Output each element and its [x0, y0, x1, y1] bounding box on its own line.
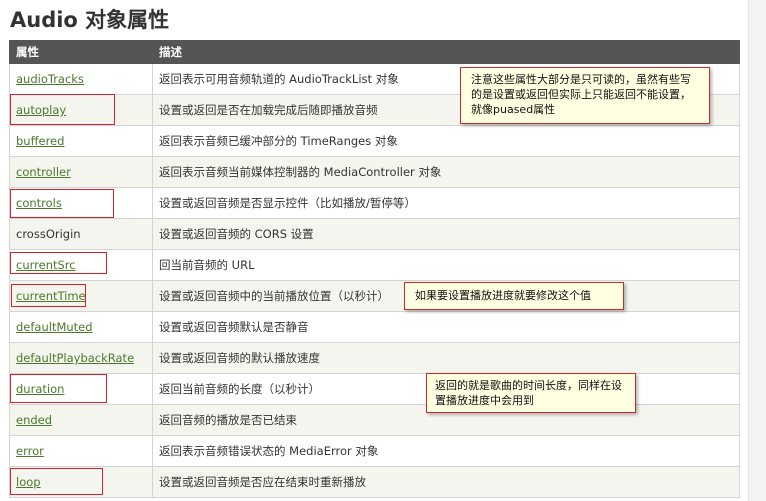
property-cell: defaultPlaybackRate [9, 342, 153, 374]
property-link-crossorigin: crossOrigin [16, 227, 81, 241]
property-link-error[interactable]: error [16, 444, 44, 458]
property-link-controls[interactable]: controls [16, 196, 62, 210]
table-row: currentSrc 回当前音频的 URL [9, 249, 740, 281]
property-cell: currentSrc [9, 249, 153, 281]
property-link-currentsrc[interactable]: currentSrc [16, 258, 76, 272]
description-cell: 返回表示音频当前媒体控制器的 MediaController 对象 [152, 156, 740, 188]
table-row: currentTime 设置或返回音频中的当前播放位置（以秒计） [9, 280, 740, 312]
property-link-defaultmuted[interactable]: defaultMuted [16, 320, 93, 334]
property-link-defaultplaybackrate[interactable]: defaultPlaybackRate [16, 351, 134, 365]
table-row: controls 设置或返回音频是否显示控件（比如播放/暂停等） [9, 187, 740, 219]
property-link-duration[interactable]: duration [16, 382, 64, 396]
property-link-loop[interactable]: loop [16, 475, 41, 489]
property-link-autoplay[interactable]: autoplay [16, 103, 66, 117]
property-cell: crossOrigin [9, 218, 153, 250]
vertical-scrollbar[interactable] [748, 0, 766, 501]
description-cell: 设置或返回音频的 CORS 设置 [152, 218, 740, 250]
property-cell: audioTracks [9, 63, 153, 95]
property-cell: controls [9, 187, 153, 219]
property-cell: defaultMuted [9, 311, 153, 343]
description-cell: 设置或返回音频默认是否静音 [152, 311, 740, 343]
page-title: Audio 对象属性 [10, 8, 170, 32]
property-cell: buffered [9, 125, 153, 157]
property-cell: ended [9, 404, 153, 436]
header-property: 属性 [9, 40, 153, 64]
property-link-controller[interactable]: controller [16, 165, 71, 179]
table-row: loop 设置或返回音频是否应在结束时重新播放 [9, 466, 740, 498]
table-row: defaultMuted 设置或返回音频默认是否静音 [9, 311, 740, 343]
property-cell: controller [9, 156, 153, 188]
annotation-note-duration: 返回的就是歌曲的时间长度，同样在设置播放进度中会用到 [426, 373, 636, 413]
description-cell: 返回表示音频错误状态的 MediaError 对象 [152, 435, 740, 467]
property-link-buffered[interactable]: buffered [16, 134, 64, 148]
description-cell: 回当前音频的 URL [152, 249, 740, 281]
property-link-currenttime[interactable]: currentTime [16, 289, 86, 303]
table-header-row: 属性 描述 [9, 40, 740, 64]
property-cell: autoplay [9, 94, 153, 126]
property-cell: loop [9, 466, 153, 498]
annotation-note-readonly: 注意这些属性大部分是只可读的，虽然有些写的是设置或返回但实际上只能返回不能设置，… [460, 67, 710, 124]
table-row: controller 返回表示音频当前媒体控制器的 MediaController… [9, 156, 740, 188]
property-cell: duration [9, 373, 153, 405]
header-description: 描述 [152, 40, 740, 64]
property-link-audiotracks[interactable]: audioTracks [16, 72, 84, 86]
description-cell: 返回表示音频已缓冲部分的 TimeRanges 对象 [152, 125, 740, 157]
description-cell: 设置或返回音频的默认播放速度 [152, 342, 740, 374]
description-cell: 设置或返回音频是否显示控件（比如播放/暂停等） [152, 187, 740, 219]
description-cell: 设置或返回音频是否应在结束时重新播放 [152, 466, 740, 498]
annotation-note-currenttime: 如果要设置播放进度就要修改这个值 [404, 282, 624, 310]
property-cell: error [9, 435, 153, 467]
table-row: defaultPlaybackRate 设置或返回音频的默认播放速度 [9, 342, 740, 374]
table-row: buffered 返回表示音频已缓冲部分的 TimeRanges 对象 [9, 125, 740, 157]
table-row: crossOrigin 设置或返回音频的 CORS 设置 [9, 218, 740, 250]
property-cell: currentTime [9, 280, 153, 312]
table-row: error 返回表示音频错误状态的 MediaError 对象 [9, 435, 740, 467]
property-link-ended[interactable]: ended [16, 413, 52, 427]
